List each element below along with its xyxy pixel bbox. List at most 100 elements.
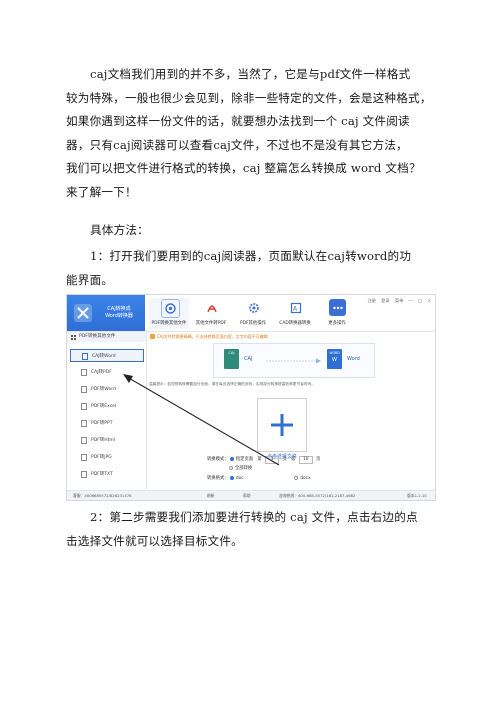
convert-all-row: 全部转换 [229, 465, 252, 471]
status-phone: 咨询热线：400-668-5572/181-2187-4682 [279, 493, 356, 498]
sidebar-header-label: PDF转换其他文件 [79, 334, 116, 339]
file-icon [81, 437, 87, 444]
version-label: 版本1.2.10 [407, 493, 427, 498]
svg-text:A: A [293, 305, 298, 312]
sidebar: PDF转换其他文件 CAJ转Word CAJ转PDF PDF转Word PDF转… [67, 332, 147, 490]
intro-line: 来了解一下！ [66, 184, 137, 199]
word-badge: WORD [329, 351, 340, 355]
tool-label: 其他文件转PDF [195, 321, 227, 326]
intro-line: caj文档我们用到的并不多，当然了，它是与pdf文件一样格式 [90, 67, 411, 81]
main-panel: CAJ文件转换更精确，只支持转换页面内容，文字内容不可编辑 CAJ CAJ WO… [147, 332, 435, 490]
sidebar-item-label: CAJ转Word [92, 354, 116, 359]
plus-icon [271, 414, 293, 436]
sidebar-item-pdf-to-word[interactable]: PDF转Word [70, 383, 144, 396]
app-brand: CAJ转换成 Word转换器 [67, 295, 145, 331]
brand-subtitle: Word转换器 [105, 313, 133, 319]
tool-to-pdf[interactable]: 其他文件转PDF [191, 298, 231, 329]
sidebar-item-label: PDF转Excel [91, 404, 117, 409]
tip-text: 温馨提示：若您想转换需要部分页面，请在每页选择正确的页码，实现部分转换提高效率更… [149, 382, 315, 386]
file-icon [81, 420, 87, 427]
sidebar-item-pdf-to-ppt[interactable]: PDF转PPT [70, 417, 144, 430]
login-link[interactable]: 登录 [381, 298, 389, 303]
page-unit-label: 页 [316, 457, 321, 462]
minimize-button[interactable]: — [409, 298, 413, 303]
radio-docx[interactable] [294, 476, 299, 480]
tool-label: CAD转换器转换 [279, 321, 311, 326]
tool-more[interactable]: 更多操作 [317, 298, 357, 329]
step2-line: 击选择文件就可以选择目标文件。 [66, 533, 243, 548]
adobe-pdf-icon [203, 299, 220, 316]
tool-label: PDF转换其他文件 [151, 321, 187, 326]
sidebar-header: PDF转换其他文件 [67, 332, 146, 342]
convert-mode-label: 转换模式： [207, 457, 229, 462]
sidebar-item-label: PDF转TXT [91, 472, 113, 477]
brand-title: CAJ转换成 [107, 306, 131, 312]
word-w-glyph: W [332, 357, 337, 363]
tool-cad[interactable]: A CAD转换器转换 [275, 298, 315, 329]
sidebar-item-pdf-to-txt[interactable]: PDF转TXT [70, 468, 144, 481]
radio-convert-all[interactable] [229, 466, 233, 470]
gear-icon [245, 299, 262, 316]
step2-line: 2：第二步需要我们添加要进行转换的 caj 文件，点击右边的点 [90, 510, 418, 524]
notice-text: CAJ文件转换更精确，只支持转换页面内容，文字内容不可编辑 [157, 334, 268, 339]
intro-line: 器，只有caj阅读器可以查看caj文件，不过也不是没有其它方法， [66, 137, 408, 152]
convert-all-label: 全部转换 [235, 466, 253, 471]
arrow-right-icon [266, 358, 321, 364]
step1-line: 1：打开我们要用到的caj阅读器，页面默认在caj转word的功 [90, 249, 412, 263]
tool-label: 更多操作 [328, 321, 346, 326]
specified-pages-label: 指定页面 [235, 457, 254, 462]
status-bar: 客服：4006685572/826231476 刷新 帮助 咨询热线：400-6… [67, 490, 435, 500]
sidebar-item-pdf-to-html[interactable]: PDF转Html [70, 434, 144, 447]
word-file-icon: WORD W [327, 349, 342, 369]
page-to-input[interactable]: 10 [298, 456, 313, 464]
pdf-convert-icon [161, 299, 180, 318]
sidebar-item-pdf-to-jpg[interactable]: PDF转JPG [70, 451, 144, 464]
sidebar-item-label: PDF转Html [91, 438, 116, 443]
tool-pdf-convert[interactable]: PDF转换其他文件 [149, 298, 189, 329]
flow-source-label: CAJ [244, 356, 253, 362]
add-file-button[interactable] [257, 398, 307, 452]
tool-label: PDF其他操作 [239, 321, 267, 326]
maximize-button[interactable]: □ [418, 298, 422, 303]
window-controls: 注册 登录 菜单 — □ × [363, 298, 431, 304]
intro-line: 较为特殊，一般也很少会见到，除非一些特定的文件，会是这种格式， [66, 90, 432, 105]
step1-line: 能界面。 [66, 272, 114, 287]
radio-specified-pages[interactable] [229, 457, 234, 461]
sidebar-item-caj-to-word[interactable]: CAJ转Word [70, 349, 144, 362]
file-icon [81, 454, 87, 461]
sidebar-item-pdf-to-excel[interactable]: PDF转Excel [70, 400, 144, 413]
page-from-label: 第 [257, 457, 262, 462]
page-from-input[interactable]: 1 [265, 456, 280, 464]
format-row: 转换格式： doc docx [207, 475, 311, 481]
radio-doc[interactable] [229, 476, 234, 480]
more-icon [329, 299, 346, 316]
notice-bar: CAJ文件转换更精确，只支持转换页面内容，文字内容不可编辑 [150, 334, 268, 340]
flow-target-label: Word [347, 356, 360, 362]
intro-line: 我们可以把文件进行格式的转换，caj 整篇怎么转换成 word 文档？ [66, 161, 421, 175]
sidebar-item-label: PDF转JPG [91, 455, 112, 460]
caj-badge: CAJ [228, 351, 235, 355]
sidebar-item-label: CAJ转PDF [91, 370, 112, 375]
sidebar-item-label: PDF转Word [91, 387, 116, 392]
page-to-label: 页 - 第 [282, 457, 296, 462]
file-icon [81, 471, 87, 478]
file-icon [81, 403, 87, 410]
method-heading: 具体方法： [90, 223, 149, 237]
tool-pdf-other[interactable]: PDF其他操作 [233, 298, 273, 329]
step1-paragraph: 1：打开我们要用到的caj阅读器，页面默认在caj转word的功 能界面。 [66, 245, 432, 292]
app-screenshot: CAJ转换成 Word转换器 PDF转换其他文件 其他文件转PDF PDF其他操… [66, 294, 436, 501]
step2-paragraph: 2：第二步需要我们添加要进行转换的 caj 文件，点击右边的点 击选择文件就可以… [66, 506, 432, 553]
cad-icon: A [287, 299, 304, 316]
sidebar-item-caj-to-pdf[interactable]: CAJ转PDF [70, 366, 144, 379]
menu-button[interactable]: 菜单 [395, 298, 403, 303]
convert-mode-row: 转换模式： 指定页面 第 1 页 - 第 10 页 [207, 456, 320, 464]
file-icon [81, 369, 87, 376]
close-button[interactable]: × [427, 298, 431, 303]
intro-paragraph: caj文档我们用到的并不多，当然了，它是与pdf文件一样格式 较为特殊，一般也很… [66, 63, 432, 204]
help-link[interactable]: 帮助 [243, 491, 251, 500]
format-label: 转换格式： [207, 476, 229, 481]
caj-file-icon: CAJ [224, 349, 239, 369]
refresh-link[interactable]: 刷新 [207, 491, 215, 500]
intro-line: 如果你遇到这样一份文件的话，就要想办法找到一个 caj 文件阅读 [66, 114, 410, 128]
register-link[interactable]: 注册 [367, 298, 375, 303]
